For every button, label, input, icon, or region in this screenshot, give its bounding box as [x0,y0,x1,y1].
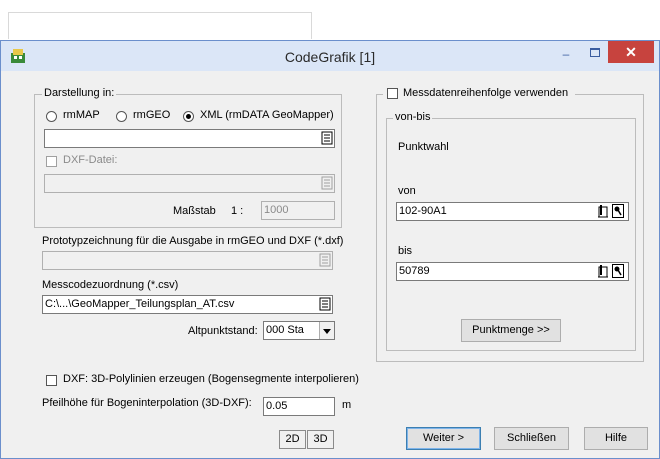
pick-point-icon[interactable] [597,264,609,278]
prototype-label: Prototypzeichnung für die Ausgabe in rmG… [42,235,344,247]
pick-point-icon[interactable] [597,204,609,218]
view-2d-button[interactable]: 2D [279,430,306,449]
messcode-path-field[interactable]: C:\...\GeoMapper_Teilungsplan_AT.csv [42,295,333,314]
minimize-button[interactable]: – [556,45,576,63]
scale-field: 1000 [261,201,335,220]
codegrafik-dialog: CodeGrafik [1] – ✕ Darstellung in: rmMAP… [0,40,660,459]
output-path-field[interactable] [44,129,335,148]
file-browse-icon [319,253,331,267]
radio-xml[interactable] [183,111,194,122]
von-field[interactable]: 102-90A1 [396,202,629,221]
file-browse-icon[interactable] [319,297,331,311]
radio-rmmap-label: rmMAP [63,109,100,121]
schliessen-button[interactable]: Schließen [494,427,569,450]
scale-label: Maßstab [173,205,216,217]
chevron-down-icon[interactable] [319,322,334,339]
altpunkt-label: Altpunktstand: [188,325,258,337]
radio-xml-label: XML (rmDATA GeoMapper) [200,109,334,121]
von-label: von [398,185,416,197]
maximize-button[interactable] [585,45,605,63]
bis-field[interactable]: 50789 [396,262,629,281]
background-input-strip [8,12,312,39]
close-button[interactable]: ✕ [608,41,654,63]
maximize-icon [590,48,600,57]
vonbis-legend: von-bis [393,111,433,123]
dxf-3d-label: DXF: 3D-Polylinien erzeugen (Bogensegmen… [63,373,359,385]
punktmenge-button[interactable]: Punktmenge >> [461,319,561,342]
altpunkt-select[interactable]: 000 Sta [263,321,335,340]
punktwahl-label: Punktwahl [398,141,449,153]
weiter-button[interactable]: Weiter > [406,427,481,450]
pfeilhoehe-label: Pfeilhöhe für Bogeninterpolation (3D-DXF… [42,397,252,409]
pointer-icon[interactable] [612,204,624,218]
view-3d-button[interactable]: 3D [307,430,334,449]
dxf-file-label: DXF-Datei: [63,154,118,166]
radio-rmgeo-label: rmGEO [133,109,171,121]
radio-rmmap[interactable] [46,111,57,122]
dxf-file-checkbox[interactable] [46,156,57,167]
file-browse-icon[interactable] [321,131,333,145]
radio-rmgeo[interactable] [116,111,127,122]
bis-label: bis [398,245,413,257]
hilfe-button[interactable]: Hilfe [584,427,648,450]
messcode-label: Messcodezuordnung (*.csv) [42,279,179,291]
scale-prefix: 1 : [231,205,244,217]
title-bar: CodeGrafik [1] – ✕ [1,41,659,71]
messdaten-legend: Messdatenreihenfolge verwenden [383,87,575,101]
darstellung-legend: Darstellung in: [42,87,117,99]
pfeilhoehe-unit: m [342,399,352,411]
prototype-path-field [42,251,333,270]
pfeilhoehe-field[interactable]: 0.05 [263,397,335,416]
dxf-path-field [44,174,335,193]
pointer-icon[interactable] [612,264,624,278]
messdaten-checkbox[interactable] [387,88,398,99]
file-browse-icon [321,176,333,190]
messdaten-label: Messdatenreihenfolge verwenden [403,87,569,99]
altpunkt-value: 000 Sta [266,324,304,336]
dxf-3d-checkbox[interactable] [46,375,57,386]
